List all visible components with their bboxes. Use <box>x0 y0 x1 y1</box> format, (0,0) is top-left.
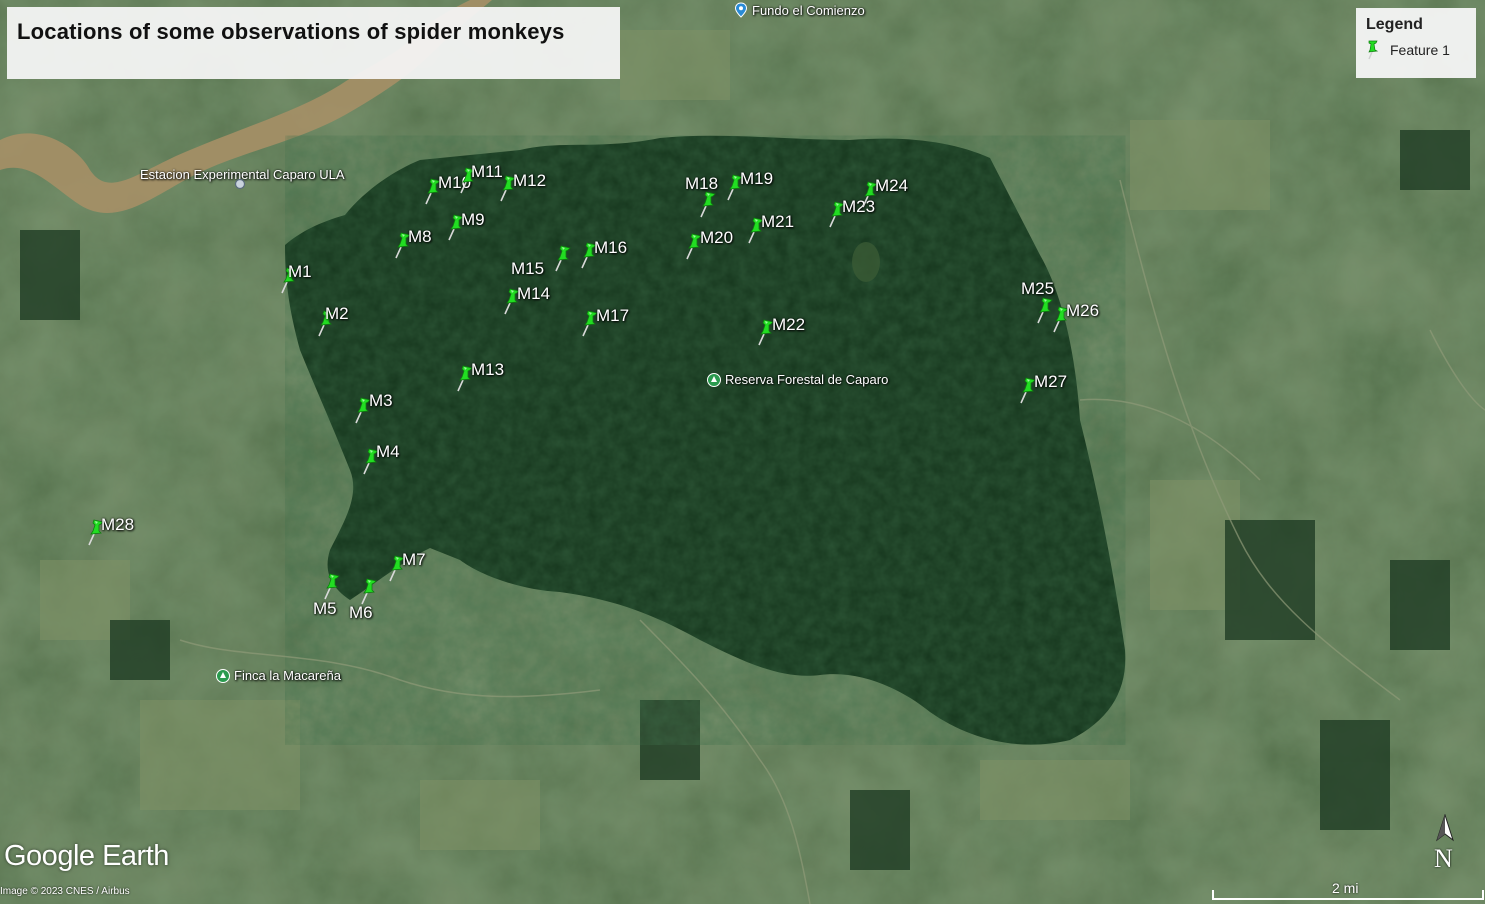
place-fundo-el-comienzo[interactable]: Fundo el Comienzo <box>734 2 865 18</box>
marker-label-m4[interactable]: M4 <box>376 442 400 462</box>
satellite-imagery <box>0 0 1485 904</box>
marker-label-m9[interactable]: M9 <box>461 210 485 230</box>
marker-label-m21[interactable]: M21 <box>761 212 794 232</box>
pushpin-icon[interactable] <box>698 190 720 218</box>
satellite-map[interactable]: Locations of some observations of spider… <box>0 0 1485 904</box>
scale-bar-line <box>1212 890 1484 900</box>
marker-label-m19[interactable]: M19 <box>740 169 773 189</box>
north-arrow-icon <box>1436 814 1454 842</box>
marker-label-m3[interactable]: M3 <box>369 391 393 411</box>
marker-label-m25[interactable]: M25 <box>1021 279 1054 299</box>
place-label: Finca la Macareña <box>234 668 341 683</box>
marker-label-m22[interactable]: M22 <box>772 315 805 335</box>
legend-title: Legend <box>1366 16 1423 33</box>
park-icon <box>216 668 230 683</box>
marker-label-m17[interactable]: M17 <box>596 306 629 326</box>
marker-label-m7[interactable]: M7 <box>402 550 426 570</box>
marker-label-m24[interactable]: M24 <box>875 176 908 196</box>
place-label: Fundo el Comienzo <box>752 2 865 18</box>
location-dot-icon <box>234 178 246 190</box>
marker-label-m1[interactable]: M1 <box>288 262 312 282</box>
marker-label-m20[interactable]: M20 <box>700 228 733 248</box>
legend-panel: Legend Feature 1 <box>1356 8 1476 78</box>
marker-label-m26[interactable]: M26 <box>1066 301 1099 321</box>
green-pushpin-icon <box>1368 40 1379 60</box>
marker-label-m2[interactable]: M2 <box>325 304 349 324</box>
scale-bar: 2 mi <box>1212 880 1484 900</box>
legend-item[interactable]: Feature 1 <box>1366 40 1466 60</box>
place-finca-la-macarena[interactable]: Finca la Macareña <box>216 668 341 683</box>
marker-label-m12[interactable]: M12 <box>513 171 546 191</box>
place-reserva-forestal[interactable]: Reserva Forestal de Caparo <box>707 372 888 387</box>
imagery-attribution: Image © 2023 CNES / Airbus <box>0 886 130 897</box>
marker-label-m18[interactable]: M18 <box>685 174 718 194</box>
marker-label-m15[interactable]: M15 <box>511 259 544 279</box>
marker-label-m6[interactable]: M6 <box>349 603 373 623</box>
pushpin-icon[interactable] <box>322 572 344 600</box>
map-title: Locations of some observations of spider… <box>17 19 565 44</box>
legend-item-label: Feature 1 <box>1390 42 1450 58</box>
marker-label-m16[interactable]: M16 <box>594 238 627 258</box>
marker-label-m28[interactable]: M28 <box>101 515 134 535</box>
pushpin-icon[interactable] <box>553 244 575 272</box>
marker-label-m8[interactable]: M8 <box>408 227 432 247</box>
park-icon <box>707 372 721 387</box>
marker-label-m13[interactable]: M13 <box>471 360 504 380</box>
marker-label-m5[interactable]: M5 <box>313 599 337 619</box>
marker-label-m14[interactable]: M14 <box>517 284 550 304</box>
place-label: Reserva Forestal de Caparo <box>725 372 889 387</box>
pushpin-icon[interactable] <box>359 577 381 605</box>
north-arrow: N <box>1432 814 1458 873</box>
map-title-panel: Locations of some observations of spider… <box>7 7 620 79</box>
marker-label-m27[interactable]: M27 <box>1034 372 1067 392</box>
location-pin-icon <box>734 2 748 18</box>
google-earth-logo: Google Earth <box>4 840 169 872</box>
north-letter: N <box>1434 844 1453 873</box>
